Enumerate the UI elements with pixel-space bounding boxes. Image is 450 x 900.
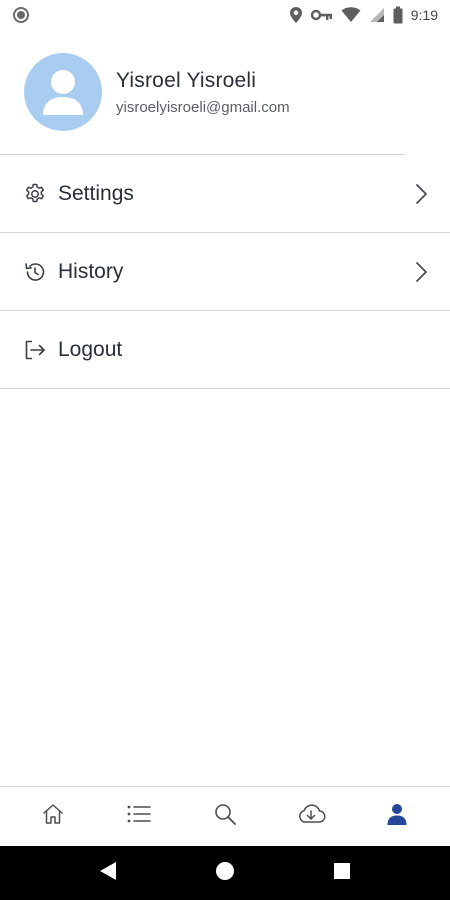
menu-item-settings[interactable]: Settings: [0, 155, 450, 233]
system-nav-bar: [0, 846, 450, 900]
home-icon: [41, 802, 65, 831]
gear-icon: [22, 181, 48, 207]
system-recents-button[interactable]: [317, 853, 367, 893]
history-icon: [22, 259, 48, 285]
battery-icon: [393, 6, 403, 24]
home-circle-icon: [215, 861, 235, 886]
profile-email: yisroelyisroeli@gmail.com: [116, 98, 290, 116]
nav-search-button[interactable]: [200, 792, 250, 842]
recents-icon: [333, 862, 351, 885]
location-icon: [289, 6, 303, 24]
record-dot-icon: [12, 6, 30, 24]
nav-profile-button[interactable]: [372, 792, 422, 842]
bottom-nav: [0, 786, 450, 846]
back-icon: [99, 861, 117, 886]
search-icon: [213, 802, 237, 831]
menu-item-label: Settings: [58, 181, 134, 205]
chevron-right-icon: [412, 261, 430, 283]
system-back-button[interactable]: [83, 853, 133, 893]
nav-list-button[interactable]: [114, 792, 164, 842]
status-left: [12, 6, 30, 24]
status-time: 9:19: [410, 7, 438, 23]
wifi-icon: [341, 7, 361, 23]
profile-name: Yisroel Yisroeli: [116, 68, 257, 92]
status-bar: 9:19: [0, 0, 450, 30]
profile-header: Yisroel Yisroeli yisroelyisroeli@gmail.c…: [24, 52, 404, 132]
cloud-download-icon: [296, 802, 326, 831]
profile-text: Yisroel Yisroeli yisroelyisroeli@gmail.c…: [116, 69, 290, 116]
vpn-key-icon: [310, 8, 333, 22]
menu-item-history[interactable]: History: [0, 233, 450, 311]
cell-signal-icon: [369, 7, 385, 23]
status-right: 9:19: [289, 6, 438, 24]
menu-item-label: Logout: [58, 337, 123, 361]
avatar: [24, 53, 102, 131]
nav-downloads-button[interactable]: [286, 792, 336, 842]
system-home-button[interactable]: [200, 853, 250, 893]
profile-icon: [385, 802, 409, 831]
nav-home-button[interactable]: [28, 792, 78, 842]
list-icon: [126, 803, 152, 830]
chevron-right-icon: [412, 183, 430, 205]
logout-icon: [22, 337, 48, 363]
menu-item-logout[interactable]: Logout: [0, 311, 450, 389]
user-silhouette-icon: [43, 70, 83, 115]
menu-item-label: History: [58, 259, 124, 283]
menu-list: Settings History Logout: [0, 155, 450, 389]
